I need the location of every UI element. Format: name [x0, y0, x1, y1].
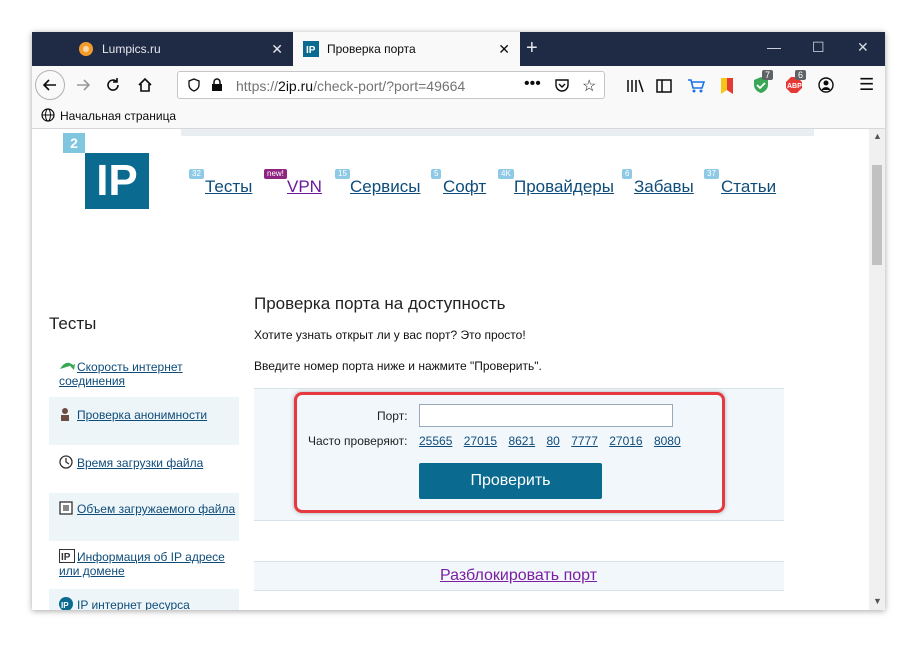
vertical-scrollbar[interactable]: ▲ ▼	[869, 129, 885, 610]
ublock-badge: 7	[762, 70, 774, 80]
svg-text:ABP: ABP	[787, 83, 802, 90]
home-icon	[138, 77, 152, 92]
sidebar-title: Тесты	[49, 314, 97, 333]
top-banner-strip	[181, 129, 814, 136]
menu-tests[interactable]: Тесты	[205, 177, 252, 197]
menu-badge: 4K	[498, 169, 514, 179]
tracking-protection-icon[interactable]	[187, 78, 201, 97]
tab-check-port[interactable]: IP Проверка порта ✕	[293, 32, 520, 66]
globe-icon	[41, 108, 55, 125]
adblock-badge: 6	[795, 70, 807, 80]
page-actions-icon[interactable]: •••	[524, 75, 541, 93]
svg-text:IP: IP	[306, 45, 316, 56]
spy-icon	[59, 407, 73, 421]
minimize-icon[interactable]: —	[767, 39, 781, 55]
speed-arrow-icon	[59, 359, 75, 373]
browser-window: Lumpics.ru ✕ IP Проверка порта ✕ + — ☐ ✕	[32, 32, 885, 610]
lock-icon[interactable]	[210, 78, 224, 97]
sidebar-item-anonymity[interactable]: Проверка анонимности	[49, 397, 239, 445]
port-link[interactable]: 7777	[571, 434, 598, 448]
adblock-plus-icon[interactable]: ABP 6	[785, 70, 807, 99]
intro-text: Хотите узнать открыт ли у вас порт? Это …	[254, 328, 526, 342]
bookmark-star-icon[interactable]: ☆	[582, 76, 596, 96]
bookmark-home-link[interactable]: Начальная страница	[60, 109, 176, 123]
forward-arrow-icon	[77, 79, 91, 91]
bookmark-flag-icon[interactable]	[720, 77, 734, 100]
lumpics-favicon-icon	[78, 41, 94, 57]
reload-button[interactable]	[98, 70, 128, 100]
nav-toolbar: https://2ip.ru/check-port/?port=49664 ••…	[32, 66, 885, 104]
tab-title: Проверка порта	[327, 42, 416, 56]
menu-vpn[interactable]: VPN	[287, 177, 322, 197]
account-icon[interactable]	[818, 77, 834, 98]
menu-articles[interactable]: Статьи	[721, 177, 776, 197]
sidebar-item-ip-info[interactable]: IP Информация об IP адресе или домене	[49, 541, 239, 589]
svg-text:IP: IP	[61, 601, 69, 610]
port-label: Порт:	[377, 409, 408, 423]
reload-icon	[107, 78, 119, 91]
back-button[interactable]	[35, 70, 65, 100]
tab-bar: Lumpics.ru ✕ IP Проверка порта ✕ + — ☐ ✕	[32, 32, 885, 66]
menu-badge: 6	[622, 169, 633, 179]
logo-small-badge: 2	[63, 133, 85, 153]
page-content: 2 IP 32 Тесты new! VPN 15 Сервисы 5 Софт…	[32, 129, 869, 610]
port-link[interactable]: 8080	[654, 434, 681, 448]
scrollbar-thumb[interactable]	[872, 165, 882, 265]
tab-lumpics[interactable]: Lumpics.ru ✕	[68, 32, 293, 66]
page-title: Проверка порта на доступность	[254, 294, 506, 313]
ip-info-icon: IP	[59, 549, 75, 563]
port-link[interactable]: 27015	[464, 434, 497, 448]
file-box-icon	[59, 501, 73, 515]
menu-providers[interactable]: Провайдеры	[514, 177, 614, 197]
clock-icon	[59, 455, 73, 469]
sidebar-item-speed[interactable]: Скорость интернет соединения	[49, 351, 239, 397]
menu-badge: 32	[189, 169, 204, 179]
often-checked-label: Часто проверяют:	[308, 434, 408, 448]
close-tab-icon[interactable]: ✕	[271, 41, 283, 57]
menu-badge: 5	[431, 169, 442, 179]
forward-button[interactable]	[68, 70, 98, 100]
sidebar-item-file-size[interactable]: Объем загружаемого файла	[49, 493, 239, 541]
bookmarks-bar: Начальная страница	[32, 104, 885, 129]
port-link[interactable]: 80	[546, 434, 559, 448]
tab-title: Lumpics.ru	[102, 42, 161, 56]
instruction-text: Введите номер порта ниже и нажмите "Пров…	[254, 359, 542, 373]
back-arrow-icon	[42, 79, 56, 91]
close-window-icon[interactable]: ✕	[857, 39, 869, 56]
menu-fun[interactable]: Забавы	[634, 177, 694, 197]
svg-text:IP: IP	[61, 552, 71, 563]
url-text: https://2ip.ru/check-port/?port=49664	[236, 78, 466, 94]
menu-hamburger-icon[interactable]: ☰	[859, 75, 874, 95]
home-button[interactable]	[130, 70, 160, 100]
cart-icon[interactable]	[687, 78, 706, 99]
menu-badge: new!	[264, 169, 287, 179]
check-button[interactable]: Проверить	[419, 463, 602, 499]
unblock-port-link[interactable]: Разблокировать порт	[440, 567, 597, 585]
port-input[interactable]	[419, 404, 673, 427]
port-link[interactable]: 27016	[609, 434, 642, 448]
menu-badge: 37	[704, 169, 719, 179]
port-link[interactable]: 25565	[419, 434, 452, 448]
scroll-up-icon[interactable]: ▲	[873, 131, 882, 141]
address-bar[interactable]: https://2ip.ru/check-port/?port=49664 ••…	[177, 71, 605, 99]
menu-services[interactable]: Сервисы	[350, 177, 420, 197]
menu-badge: 15	[335, 169, 350, 179]
sidebar-item-resource-ip[interactable]: IP IP интернет ресурса	[49, 589, 239, 610]
2ip-favicon-icon: IP	[303, 41, 319, 57]
often-checked-ports: 25565 27015 8621 80 7777 27016 8080	[419, 434, 689, 448]
scroll-down-icon[interactable]: ▼	[873, 596, 882, 606]
menu-software[interactable]: Софт	[443, 177, 486, 197]
new-tab-button[interactable]: +	[526, 37, 538, 59]
sidebar-item-download-time[interactable]: Время загрузки файла	[49, 445, 239, 493]
maximize-icon[interactable]: ☐	[812, 39, 825, 56]
pocket-icon[interactable]	[554, 78, 570, 97]
library-icon[interactable]	[626, 78, 644, 99]
port-link[interactable]: 8621	[508, 434, 535, 448]
close-tab-icon[interactable]: ✕	[498, 41, 510, 57]
sidebar-toggle-icon[interactable]	[656, 78, 672, 99]
site-logo[interactable]: IP	[85, 153, 149, 209]
ublock-shield-icon[interactable]: 7	[752, 70, 774, 99]
ip-resource-icon: IP	[59, 597, 73, 610]
